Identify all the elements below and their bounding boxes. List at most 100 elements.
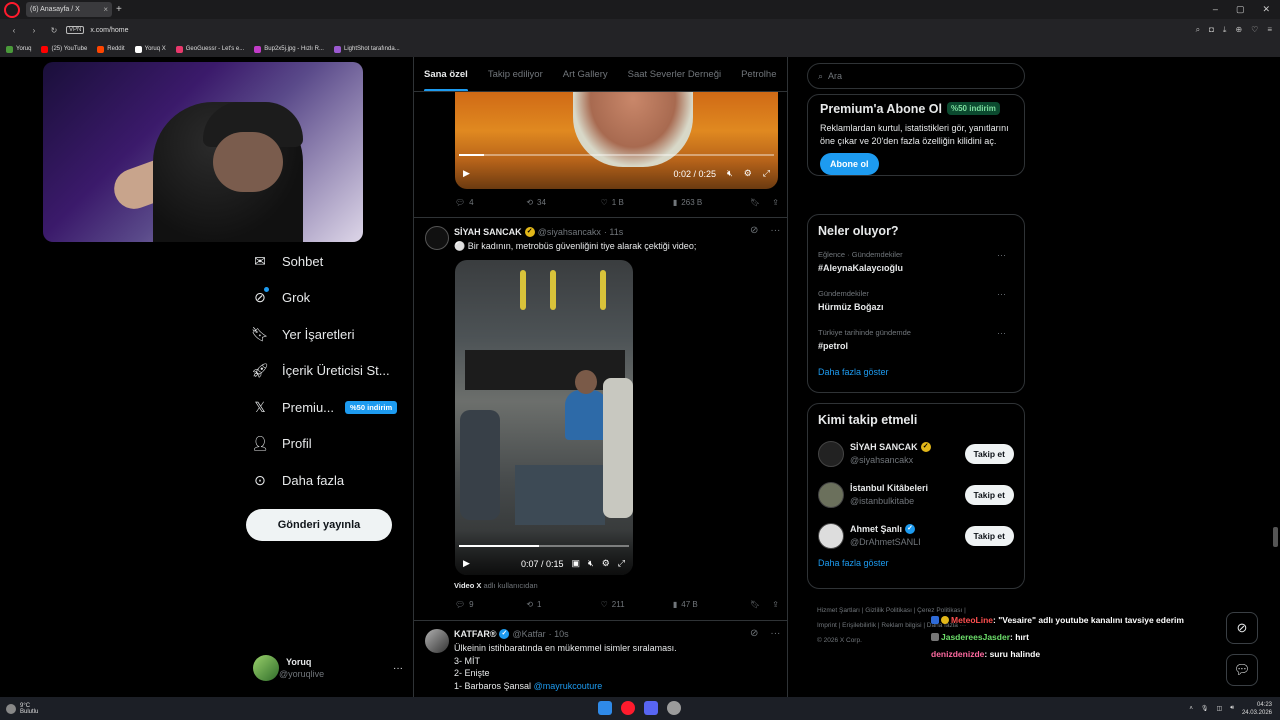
trend-item[interactable]: Eğlence · Gündemdekiler #AleynaKalaycıoğl… [818, 250, 1014, 289]
scrollbar[interactable] [1273, 57, 1278, 697]
reply-button[interactable]: 💬︎ 9 [455, 600, 526, 609]
mic-icon[interactable]: 🎙︎ [1201, 705, 1209, 712]
url-field[interactable]: x.com/home [90, 27, 128, 34]
mute-icon[interactable]: 🔇︎ [588, 558, 594, 569]
views-button[interactable]: ▮ 263 B [673, 198, 750, 207]
tab-1[interactable]: Takip ediliyor [478, 57, 553, 91]
close-window-icon[interactable]: ✕ [1262, 4, 1270, 15]
author-name[interactable]: KATFAR® [454, 629, 496, 639]
search-input[interactable]: ⌕ Ara [807, 63, 1025, 89]
share-icon[interactable]: ⇪ [772, 198, 779, 207]
reply-button[interactable]: 💬︎ 4 [455, 198, 526, 207]
sidebar-item-yer-i-şaretleri[interactable]: 🔖︎ Yer İşaretleri [250, 316, 420, 353]
tab-4[interactable]: Petrolhe [731, 57, 786, 91]
follow-button[interactable]: Takip et [964, 484, 1014, 505]
sidebar-item-premiu[interactable]: 𝕏 Premiu... %50 indirim [250, 389, 420, 426]
tab-2[interactable]: Art Gallery [553, 57, 618, 91]
opera-taskbar-icon[interactable] [621, 701, 635, 715]
bookmark-item[interactable]: Yoruq X [134, 45, 166, 53]
bookmark-item[interactable]: Reddit [97, 45, 125, 53]
author-handle[interactable]: @siyahsancakx [538, 227, 601, 237]
author-name[interactable]: SİYAH SANCAK [454, 227, 522, 237]
bookmark-item[interactable]: Bup2x5j.jpg - Hızlı R... [254, 45, 324, 53]
follow-button[interactable]: Takip et [964, 443, 1014, 464]
opera-logo-icon[interactable] [4, 1, 20, 18]
sidebar-item-i-çerik-üreticisi-st[interactable]: 🚀︎ İçerik Üreticisi St... [250, 353, 420, 390]
bookmark-item[interactable]: (25) YouTube [41, 45, 87, 53]
video-player[interactable]: ▶ 0:02 / 0:25 🔇︎ ⚙ ⤢ [455, 92, 778, 189]
messages-fab-icon[interactable]: 💬︎ [1226, 654, 1258, 686]
views-button[interactable]: ▮ 47 B [673, 600, 750, 609]
tab-3[interactable]: Saat Severler Derneği [618, 57, 731, 91]
settings-icon[interactable]: ⚙ [602, 558, 610, 569]
suggestion-name[interactable]: SİYAH SANCAK [850, 442, 918, 452]
more-icon[interactable]: ··· [770, 628, 780, 639]
more-icon[interactable]: ··· [997, 328, 1006, 338]
account-switcher[interactable]: Yoruq @yoruqlive ··· [253, 653, 403, 683]
new-tab-icon[interactable]: + [116, 4, 122, 15]
bookmark-item[interactable]: Yoruq [6, 45, 31, 53]
post-button[interactable]: Gönderi yayınla [246, 509, 392, 541]
captions-icon[interactable]: ▣ [572, 558, 581, 569]
trend-item[interactable]: Gündemdekiler Hürmüz Boğazı ··· [818, 289, 1014, 328]
follow-suggestion[interactable]: Ahmet Şanlı ✓ @DrAhmetSANLI Takip et [818, 515, 1014, 556]
mention-link[interactable]: @mayrukcouture [534, 681, 603, 691]
menu-icon[interactable]: ≡ [1267, 25, 1272, 35]
sidebar-item-profil[interactable]: 👤︎ Profil [250, 426, 420, 463]
video-progress[interactable] [459, 545, 629, 547]
more-icon[interactable]: ··· [770, 225, 780, 236]
play-icon[interactable]: ▶ [463, 168, 470, 179]
windows-start-icon[interactable] [598, 701, 612, 715]
mute-icon[interactable]: 🔇︎ [727, 168, 733, 179]
follow-show-more[interactable]: Daha fazla göster [818, 558, 1014, 568]
share-icon[interactable]: ⇪ [772, 600, 779, 609]
follow-suggestion[interactable]: SİYAH SANCAK ✓ @siyahsancakx Takip et [818, 433, 1014, 474]
sidebar-item-daha-fazla[interactable]: ⊙ Daha fazla [250, 462, 420, 499]
extensions-icon[interactable]: ⊕ [1235, 25, 1242, 35]
sidebar-item-grok[interactable]: ⊘ Grok [250, 280, 420, 317]
avatar[interactable] [818, 481, 844, 508]
avatar[interactable] [425, 226, 449, 250]
bookmark-item[interactable]: GeoGuessr - Let's e... [175, 45, 244, 53]
maximize-icon[interactable]: ▢ [1236, 4, 1245, 15]
suggestion-name[interactable]: Ahmet Şanlı [850, 524, 902, 534]
settings-icon[interactable]: ⚙ [744, 168, 752, 179]
volume-icon[interactable]: 🔊︎ [1230, 705, 1234, 712]
bookmark-icon[interactable]: 🔖︎ [750, 600, 760, 609]
app-taskbar-icon[interactable] [667, 701, 681, 715]
more-icon[interactable]: ··· [997, 250, 1006, 260]
more-icon[interactable]: ··· [393, 663, 403, 674]
avatar[interactable] [818, 440, 844, 467]
chevron-up-icon[interactable]: ˄ [1189, 706, 1193, 712]
network-icon[interactable]: ◫ [1217, 705, 1223, 712]
forward-icon[interactable]: › [28, 26, 40, 35]
grok-fab-icon[interactable]: ⊘ [1226, 612, 1258, 644]
suggestion-name[interactable]: İstanbul Kitâbeleri [850, 483, 928, 493]
sidebar-item-sohbet[interactable]: ✉ Sohbet [250, 243, 420, 280]
repost-button[interactable]: ⟲ 1 [526, 600, 600, 609]
follow-suggestion[interactable]: İstanbul Kitâbeleri @istanbulkitabe Takip … [818, 474, 1014, 515]
discord-taskbar-icon[interactable] [644, 701, 658, 715]
like-button[interactable]: ♡ 1 B [601, 198, 673, 207]
camera-icon[interactable]: ◘ [1209, 25, 1214, 35]
clock[interactable]: 04:23 24.03.2026 [1242, 701, 1272, 717]
like-button[interactable]: ♡ 211 [601, 600, 673, 609]
bookmark-icon[interactable]: 🔖︎ [750, 198, 760, 207]
video-source[interactable]: Video X [454, 581, 481, 590]
weather-widget[interactable]: 9°C Bulutlu [6, 703, 38, 715]
author-handle[interactable]: @Katfar [512, 629, 545, 639]
video-player[interactable]: ▶ 0:07 / 0:15 ▣ 🔇︎ ⚙ ⤢ [455, 260, 633, 575]
fullscreen-icon[interactable]: ⤢ [763, 168, 770, 179]
browser-tab[interactable]: (6) Anasayfa / X × [26, 2, 112, 17]
minimize-icon[interactable]: – [1213, 4, 1218, 15]
play-icon[interactable]: ▶ [463, 558, 470, 569]
fullscreen-icon[interactable]: ⤢ [618, 558, 625, 569]
back-icon[interactable]: ‹ [8, 26, 20, 35]
avatar[interactable] [425, 629, 449, 653]
video-progress[interactable] [459, 154, 774, 156]
reload-icon[interactable]: ↻ [48, 26, 60, 35]
search-icon[interactable]: ⌕ [1196, 25, 1200, 35]
heart-icon[interactable]: ♡ [1251, 25, 1258, 35]
close-tab-icon[interactable]: × [103, 5, 108, 14]
bookmark-item[interactable]: LightShot tarafında... [333, 45, 400, 53]
